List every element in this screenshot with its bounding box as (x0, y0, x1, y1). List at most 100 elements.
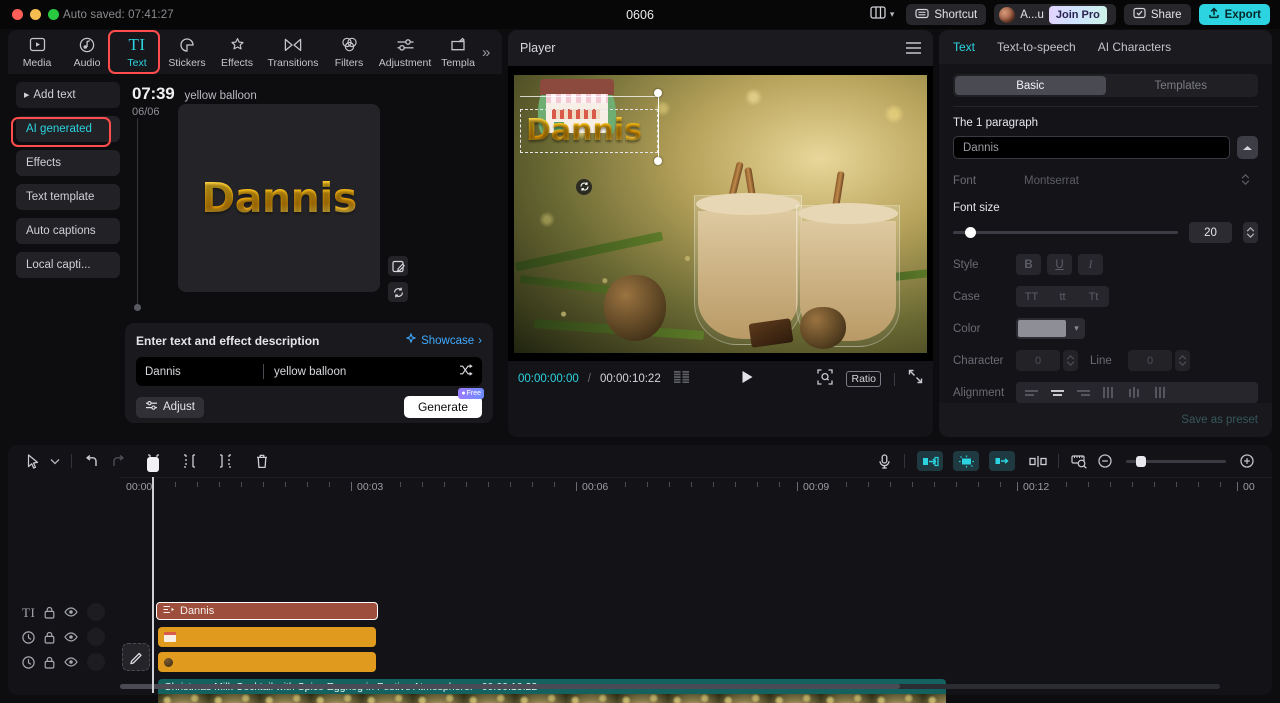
sidebar-item-text-template[interactable]: Text template (16, 184, 120, 210)
rotate-handle[interactable] (576, 178, 592, 195)
resize-handle-top[interactable] (654, 88, 662, 97)
font-size-stepper[interactable] (1243, 222, 1258, 243)
overlay-text[interactable]: Dannis (526, 113, 642, 148)
nav-tab-text[interactable]: TI Text (112, 31, 162, 73)
share-button[interactable]: Share (1123, 4, 1191, 25)
nav-tab-effects[interactable]: Effects (212, 31, 262, 73)
prompt-inputs[interactable]: Dannis yellow balloon (136, 357, 482, 386)
refresh-icon[interactable] (388, 282, 408, 302)
line-value[interactable]: 0 (1128, 350, 1172, 371)
split-right-icon[interactable] (213, 450, 239, 472)
video-clip[interactable]: Christmas Milk Cocktail with Spice Eggno… (158, 679, 946, 703)
vertical-center-icon[interactable] (1129, 387, 1142, 398)
smart-cutout-icon[interactable] (953, 451, 979, 471)
maximize-window-button[interactable] (48, 9, 59, 20)
tab-text-to-speech[interactable]: Text-to-speech (997, 40, 1076, 54)
effect-input[interactable]: yellow balloon (274, 366, 459, 378)
text-clip[interactable]: Dannis (156, 602, 378, 620)
redo-icon[interactable] (105, 450, 131, 472)
sidebar-item-add-text[interactable]: ▶ Add text (16, 82, 120, 108)
minimize-window-button[interactable] (30, 9, 41, 20)
font-select[interactable]: Montserrat (1016, 170, 1258, 192)
titlecase-button[interactable]: Tt (1078, 286, 1109, 307)
sidebar-item-local-captions[interactable]: Local capti... (16, 252, 120, 278)
vertical-bottom-icon[interactable] (1155, 387, 1168, 398)
split-icon[interactable] (177, 450, 203, 472)
lock-icon[interactable] (44, 606, 55, 619)
font-size-value[interactable]: 20 (1189, 222, 1232, 243)
export-button[interactable]: Export (1198, 4, 1270, 25)
sticker-clip-1[interactable] (158, 627, 376, 647)
paragraph-input[interactable]: Dannis (953, 136, 1230, 159)
preview-render-icon[interactable] (1066, 450, 1092, 472)
record-voiceover-icon[interactable] (871, 450, 897, 472)
nav-tab-media[interactable]: Media (12, 31, 62, 73)
character-value[interactable]: 0 (1016, 350, 1060, 371)
track-extra-slot[interactable] (87, 653, 105, 671)
auto-reframe-icon[interactable] (917, 451, 943, 471)
generate-button[interactable]: Generate ● Free (403, 388, 484, 418)
nav-tab-template[interactable]: Templa (436, 31, 480, 73)
marker-icon[interactable] (1025, 450, 1051, 472)
pencil-icon[interactable] (122, 643, 150, 671)
shuffle-icon[interactable] (459, 363, 473, 381)
nav-more-button[interactable]: » (482, 44, 490, 61)
font-size-slider[interactable] (953, 227, 1178, 238)
align-center-icon[interactable] (1051, 389, 1064, 396)
generated-preview-card[interactable]: Dannis (178, 104, 380, 292)
zoom-slider-thumb[interactable] (1136, 455, 1146, 467)
sidebar-item-effects[interactable]: Effects (16, 150, 120, 176)
tab-text[interactable]: Text (953, 40, 975, 54)
nav-tab-transitions[interactable]: Transitions (262, 31, 324, 73)
undo-icon[interactable] (79, 450, 105, 472)
join-pro-button[interactable]: Join Pro (1048, 5, 1107, 24)
character-stepper[interactable] (1063, 350, 1078, 371)
uppercase-button[interactable]: TT (1016, 286, 1047, 307)
lowercase-button[interactable]: tt (1047, 286, 1078, 307)
align-left-icon[interactable] (1025, 389, 1038, 396)
hamburger-icon[interactable] (906, 42, 921, 54)
tool-dropdown-icon[interactable] (46, 450, 64, 472)
alignment-buttons[interactable] (1016, 382, 1258, 403)
bold-button[interactable]: B (1016, 254, 1041, 275)
text-input[interactable]: Dannis (145, 366, 263, 378)
lock-icon[interactable] (44, 656, 55, 669)
track-extra-slot[interactable] (87, 603, 106, 621)
align-right-icon[interactable] (1077, 389, 1090, 396)
chevron-down-icon[interactable]: ▾ (1068, 318, 1085, 339)
select-tool-icon[interactable] (20, 450, 46, 472)
tab-ai-characters[interactable]: AI Characters (1098, 40, 1171, 54)
eye-icon[interactable] (64, 632, 78, 642)
zoom-out-icon[interactable] (1092, 450, 1118, 472)
keyframe-icon[interactable] (989, 451, 1015, 471)
color-picker[interactable]: ▾ (1016, 318, 1085, 339)
ratio-button[interactable]: Ratio (846, 371, 881, 387)
delete-icon[interactable] (249, 450, 275, 472)
playhead-handle[interactable] (147, 457, 159, 472)
timeline-zoom-slider[interactable] (1126, 455, 1226, 467)
nav-tab-filters[interactable]: Filters (324, 31, 374, 73)
italic-button[interactable]: I (1078, 254, 1103, 275)
edit-icon[interactable] (388, 256, 408, 276)
focus-icon[interactable] (817, 368, 834, 390)
line-stepper[interactable] (1175, 350, 1190, 371)
track-extra-slot[interactable] (87, 628, 105, 646)
shortcut-button[interactable]: Shortcut (906, 4, 987, 25)
playhead[interactable] (147, 457, 159, 693)
color-swatch[interactable] (1018, 320, 1066, 337)
nav-tab-audio[interactable]: Audio (62, 31, 112, 73)
adjust-button[interactable]: Adjust (136, 396, 204, 418)
showcase-link[interactable]: Showcase › (405, 333, 482, 348)
zoom-in-icon[interactable] (1234, 450, 1260, 472)
vertical-top-icon[interactable] (1103, 387, 1116, 398)
play-icon[interactable] (741, 370, 754, 389)
nav-tab-adjustment[interactable]: Adjustment (374, 31, 436, 73)
segment-templates[interactable]: Templates (1106, 76, 1257, 95)
video-frame[interactable]: Dannis (514, 74, 927, 353)
segment-basic[interactable]: Basic (955, 76, 1106, 95)
sidebar-item-auto-captions[interactable]: Auto captions (16, 218, 120, 244)
nav-tab-stickers[interactable]: Stickers (162, 31, 212, 73)
window-controls[interactable] (0, 9, 59, 20)
underline-button[interactable]: U (1047, 254, 1072, 275)
timeline-horizontal-scrollbar[interactable] (120, 684, 1220, 689)
